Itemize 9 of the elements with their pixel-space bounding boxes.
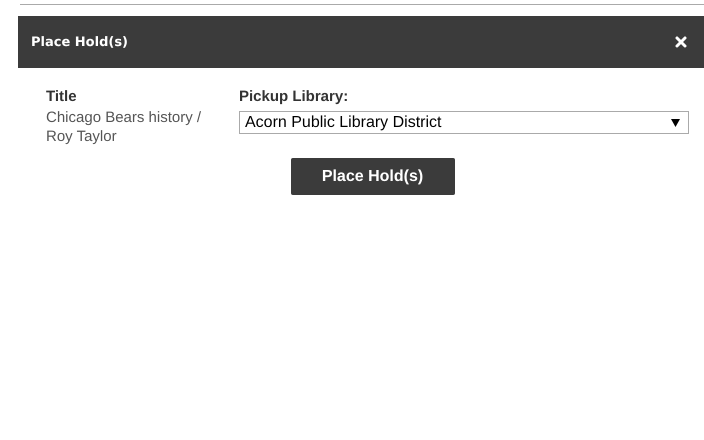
place-hold-button[interactable]: Place Hold(s)	[290, 158, 454, 195]
close-button[interactable]	[675, 36, 687, 48]
title-value: Chicago Bears history / Roy Taylor	[46, 108, 202, 146]
title-label: Title	[46, 88, 78, 105]
dialog-title: Place Hold(s)	[31, 34, 128, 50]
pickup-library-dropdown[interactable]: Acorn Public Library District	[239, 111, 689, 134]
dropdown-caret-icon	[671, 118, 680, 126]
close-icon	[675, 36, 687, 48]
pickup-library-label: Pickup Library:	[239, 88, 350, 105]
